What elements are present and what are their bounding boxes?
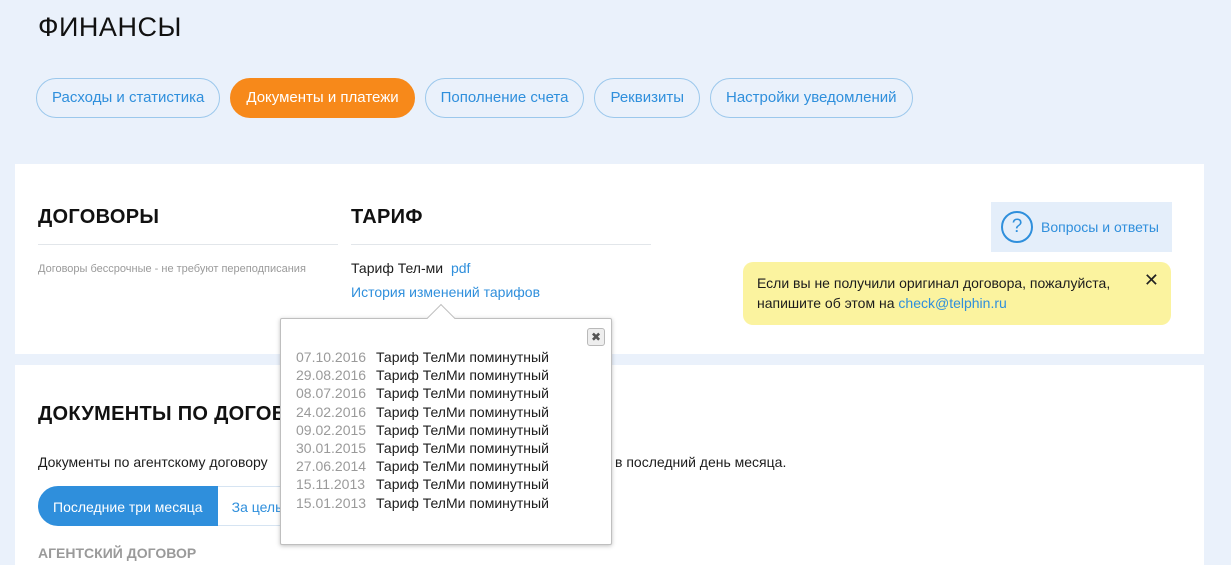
- history-row: 24.02.2016 Тариф ТелМи поминутный: [296, 403, 549, 421]
- agent-contract-heading: АГЕНТСКИЙ ДОГОВОР: [38, 545, 197, 561]
- history-date: 07.10.2016: [296, 349, 367, 365]
- documents-intro-end: в последний день месяца.: [615, 454, 787, 470]
- contracts-note: Договоры бессрочные - не требуют перепод…: [38, 263, 306, 275]
- history-date: 29.08.2016: [296, 367, 367, 384]
- tab-requisites[interactable]: Реквизиты: [594, 78, 700, 118]
- tariff-history-list: 07.10.2016 Тариф ТелМи поминутный 29.08.2…: [296, 348, 549, 512]
- history-row: 07.10.2016 Тариф ТелМи поминутный: [296, 348, 549, 366]
- close-icon[interactable]: ✖: [587, 328, 605, 346]
- history-tariff-name: Тариф ТелМи поминутный: [376, 385, 549, 402]
- history-date: 27.06.2014: [296, 458, 367, 475]
- tab-documents-payments[interactable]: Документы и платежи: [230, 78, 415, 118]
- finance-tabs: Расходы и статистика Документы и платежи…: [36, 78, 913, 118]
- tab-notification-settings[interactable]: Настройки уведомлений: [709, 78, 913, 118]
- notice-email-link[interactable]: check@telphin.ru: [898, 295, 1006, 311]
- contracts-divider: [38, 244, 338, 245]
- history-tariff-name: Тариф ТелМи поминутный: [376, 421, 549, 438]
- faq-label: Вопросы и ответы: [1041, 219, 1159, 235]
- page-title: ФИНАНСЫ: [38, 12, 182, 42]
- period-last-three-months[interactable]: Последние три месяца: [38, 486, 218, 526]
- history-row: 09.02.2015 Тариф ТелМи поминутный: [296, 421, 549, 439]
- tariff-history-popup: ✖ 07.10.2016 Тариф ТелМи поминутный 29.08…: [280, 303, 612, 545]
- original-contract-notice: Если вы не получили оригинал договора, п…: [743, 262, 1171, 325]
- history-date: 24.02.2016: [296, 403, 367, 420]
- history-date: 30.01.2015: [296, 440, 367, 457]
- history-row: 27.06.2014 Тариф ТелМи поминутный: [296, 457, 549, 475]
- history-row: 30.01.2015 Тариф ТелМи поминутный: [296, 439, 549, 457]
- history-row: 15.11.2013 Тариф ТелМи поминутный: [296, 475, 549, 493]
- tariff-history-link[interactable]: История изменений тарифов: [351, 284, 540, 300]
- tab-account-topup[interactable]: Пополнение счета: [424, 78, 585, 118]
- history-row: 08.07.2016 Тариф ТелМи поминутный: [296, 384, 549, 402]
- documents-intro-start: Документы по агентскому договору: [38, 454, 268, 470]
- history-row: 15.01.2013 Тариф ТелМи поминутный: [296, 494, 549, 512]
- history-tariff-name: Тариф ТелМи поминутный: [376, 403, 549, 420]
- tariff-pdf-link[interactable]: pdf: [451, 260, 470, 276]
- history-date: 15.11.2013: [296, 476, 366, 493]
- history-tariff-name: Тариф ТелМи поминутный: [376, 494, 549, 511]
- contracts-title: ДОГОВОРЫ: [38, 206, 160, 228]
- history-tariff-name: Тариф ТелМи поминутный: [376, 367, 549, 384]
- history-tariff-name: Тариф ТелМи поминутный: [376, 458, 549, 475]
- history-tariff-name: Тариф ТелМи поминутный: [376, 349, 549, 365]
- history-date: 08.07.2016: [296, 385, 367, 402]
- close-icon[interactable]: ✕: [1144, 270, 1159, 290]
- tariff-name: Тариф Тел-ми: [351, 260, 444, 276]
- history-date: 15.01.2013: [296, 494, 367, 511]
- history-date: 09.02.2015: [296, 421, 367, 438]
- history-tariff-name: Тариф ТелМи поминутный: [376, 476, 549, 493]
- question-icon: ?: [1001, 211, 1033, 243]
- tab-expenses-statistics[interactable]: Расходы и статистика: [36, 78, 221, 118]
- faq-button[interactable]: ? Вопросы и ответы: [991, 202, 1172, 252]
- history-row: 29.08.2016 Тариф ТелМи поминутный: [296, 366, 549, 384]
- tariff-divider: [351, 244, 651, 245]
- period-selector: Последние три месяца За целый: [38, 486, 298, 526]
- tariff-title: ТАРИФ: [351, 206, 423, 228]
- history-tariff-name: Тариф ТелМи поминутный: [376, 440, 549, 457]
- documents-title: ДОКУМЕНТЫ ПО ДОГОВ: [38, 403, 287, 425]
- tariff-line: Тариф Тел-ми pdf: [351, 260, 470, 276]
